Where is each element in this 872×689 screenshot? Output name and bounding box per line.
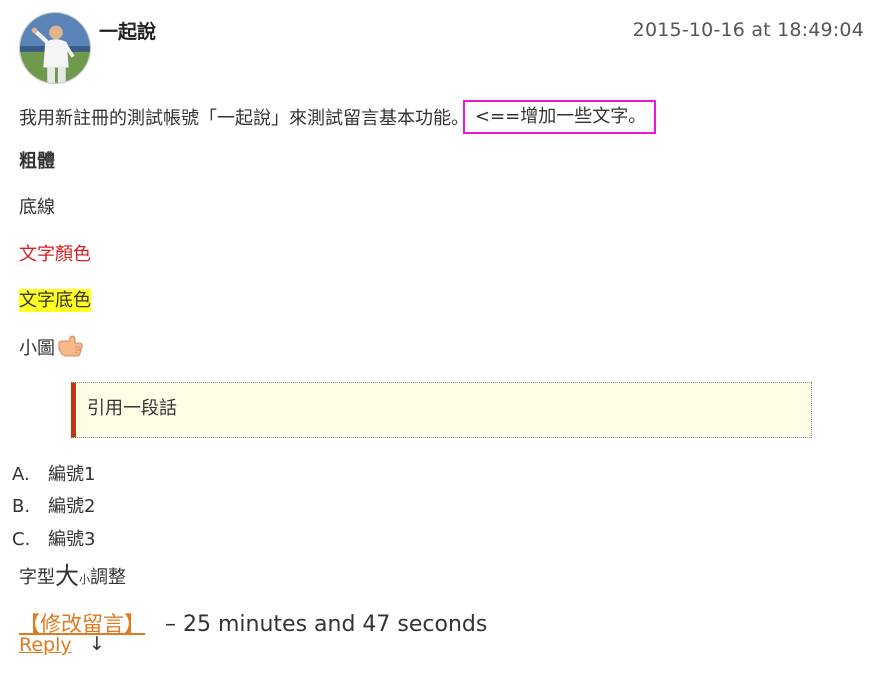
comment-timestamp[interactable]: 2015-10-16 at 18:49:04 (633, 19, 864, 41)
highlighted-text: <==增加一些文字。 (463, 100, 657, 134)
list-item-label: 編號2 (48, 496, 96, 517)
comment-author[interactable]: 一起說 (99, 17, 156, 44)
background-text: 文字底色 (19, 289, 91, 312)
bold-text: 粗體 (19, 151, 55, 172)
font-size-line: 字型大小調整 (19, 562, 126, 593)
avatar-photo (20, 13, 90, 83)
thumbs-up-icon (56, 335, 84, 367)
intro-text: 我用新註冊的測試帳號「一起說」來測試留言基本功能。 (19, 108, 469, 129)
list-item: A. 編號1 (12, 462, 95, 488)
list-marker: A. (12, 464, 30, 485)
font-size-small: 小 (79, 573, 90, 586)
quote-text: 引用一段話 (87, 398, 177, 419)
color-text: 文字顏色 (19, 244, 91, 265)
edit-time-remaining: – 25 minutes and 47 seconds (165, 612, 488, 637)
reply-arrow-icon: ↓ (89, 633, 105, 655)
list-marker: C. (12, 529, 31, 550)
small-picture-line: 小圖 (19, 335, 84, 367)
list-item: C. 編號3 (12, 527, 95, 553)
font-size-suffix: 調整 (90, 567, 126, 588)
list-marker: B. (12, 496, 31, 517)
list-item-label: 編號3 (48, 529, 96, 550)
font-size-prefix: 字型 (19, 567, 55, 588)
font-size-big: 大 (55, 562, 79, 590)
small-picture-text: 小圖 (19, 338, 55, 359)
background-text-line: 文字底色 (19, 288, 91, 314)
blockquote: 引用一段話 (71, 382, 812, 438)
list-item-label: 編號1 (48, 464, 96, 485)
underline-text: 底線 (19, 197, 55, 218)
list-item: B. 編號2 (12, 494, 95, 520)
comment-intro: 我用新註冊的測試帳號「一起說」來測試留言基本功能。 <==增加一些文字。 (19, 100, 657, 136)
reply-link[interactable]: Reply (19, 632, 72, 658)
avatar[interactable] (19, 12, 91, 84)
